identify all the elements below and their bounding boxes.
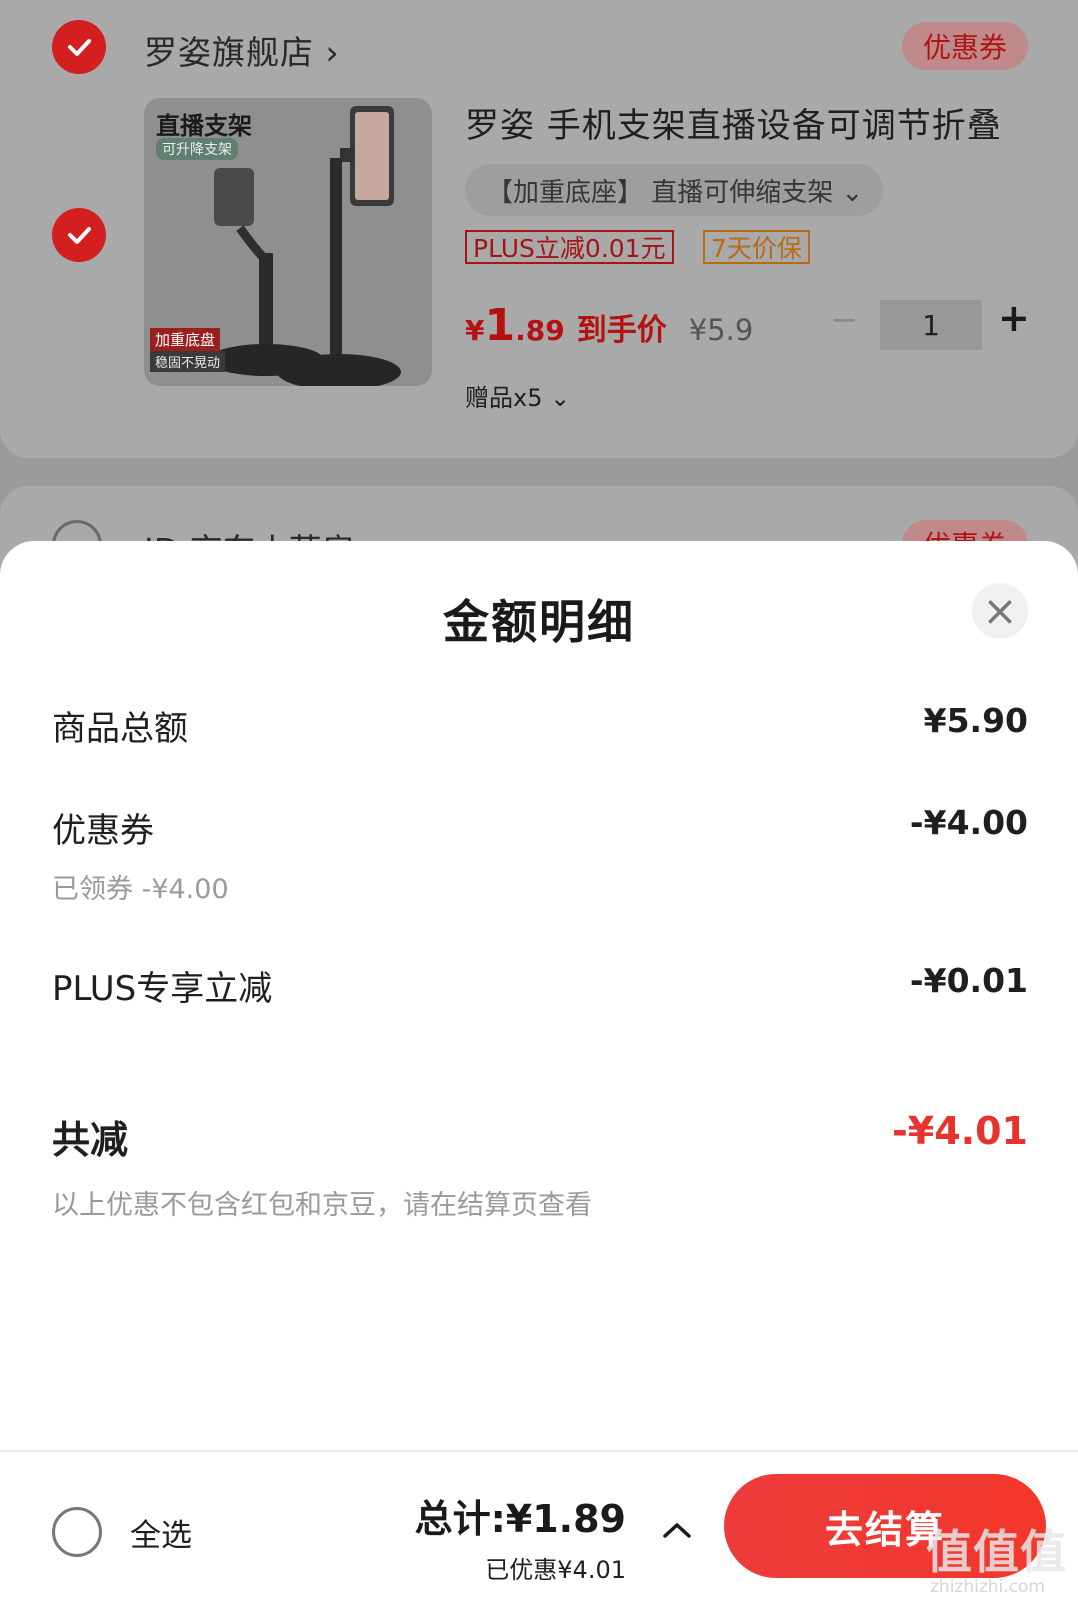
- product-title[interactable]: 罗姿 手机支架直播设备可调节折叠: [465, 98, 1002, 147]
- select-all-label[interactable]: 全选: [130, 1510, 192, 1555]
- price-decimal: .89: [515, 314, 565, 347]
- total-discount-label: 共减: [52, 1118, 129, 1162]
- plus-discount-label: PLUS专享立减: [52, 969, 273, 1009]
- store-coupon-button[interactable]: 优惠券: [902, 22, 1028, 70]
- close-icon: ×: [982, 586, 1018, 635]
- check-icon: [68, 39, 91, 56]
- total-discount-value: -¥4.01: [892, 1109, 1028, 1153]
- price-protect-tag: 7天价保: [703, 230, 810, 264]
- product-image-badge: 加重底盘: [150, 328, 221, 351]
- product-spec-selector[interactable]: 【加重底座】 直播可伸缩支架 ⌄: [465, 164, 883, 216]
- close-button[interactable]: ×: [972, 583, 1028, 639]
- store-checkbox[interactable]: [52, 20, 106, 74]
- quantity-increase-button[interactable]: +: [998, 296, 1030, 340]
- store-name[interactable]: 罗姿旗舰店 ›: [144, 26, 340, 74]
- price-symbol: ¥: [465, 314, 485, 347]
- plus-discount-tag: PLUS立减0.01元: [465, 230, 674, 264]
- goods-total-value: ¥5.90: [923, 701, 1028, 740]
- quantity-decrease-button[interactable]: −: [830, 300, 859, 340]
- discount-note: 以上优惠不包含红包和京豆，请在结算页查看: [52, 1190, 592, 1221]
- coupon-sub-label: 已领券 -¥4.00: [52, 874, 229, 905]
- select-all-checkbox[interactable]: [52, 1507, 102, 1557]
- quantity-input[interactable]: 1: [880, 300, 982, 350]
- product-price: ¥ 1 .89 到手价 ¥5.9: [465, 300, 753, 351]
- plus-discount-value: -¥0.01: [909, 961, 1028, 1000]
- sheet-title: 金额明细: [443, 595, 635, 649]
- watermark-logo: 值值值: [926, 1525, 1067, 1579]
- total-price: 总计:¥1.89: [414, 1497, 626, 1541]
- goods-total-label: 商品总额: [52, 709, 188, 749]
- gift-expander[interactable]: 赠品x5 ⌄: [465, 378, 570, 413]
- product-image-badge: 稳固不晃动: [150, 351, 226, 372]
- original-price: ¥5.9: [688, 313, 754, 347]
- coupon-value: -¥4.00: [909, 803, 1028, 842]
- saved-amount: 已优惠¥4.01: [485, 1556, 626, 1584]
- product-checkbox[interactable]: [52, 208, 106, 262]
- product-image[interactable]: 直播支架 可升降支架 加重底盘 稳固不晃动: [144, 98, 432, 386]
- check-icon: [68, 227, 91, 244]
- chevron-up-icon[interactable]: [662, 1520, 692, 1540]
- price-integer: 1: [484, 300, 516, 351]
- price-label: 到手价: [576, 313, 667, 348]
- checkout-bar: 全选 总计:¥1.89 已优惠¥4.01 去结算: [0, 1450, 1078, 1609]
- watermark-url: zhizhizhi.com: [930, 1577, 1045, 1597]
- amount-detail-sheet: 金额明细 × 商品总额 ¥5.90 优惠券 -¥4.00 已领券 -¥4.00 …: [0, 541, 1078, 1609]
- coupon-label: 优惠券: [52, 811, 154, 851]
